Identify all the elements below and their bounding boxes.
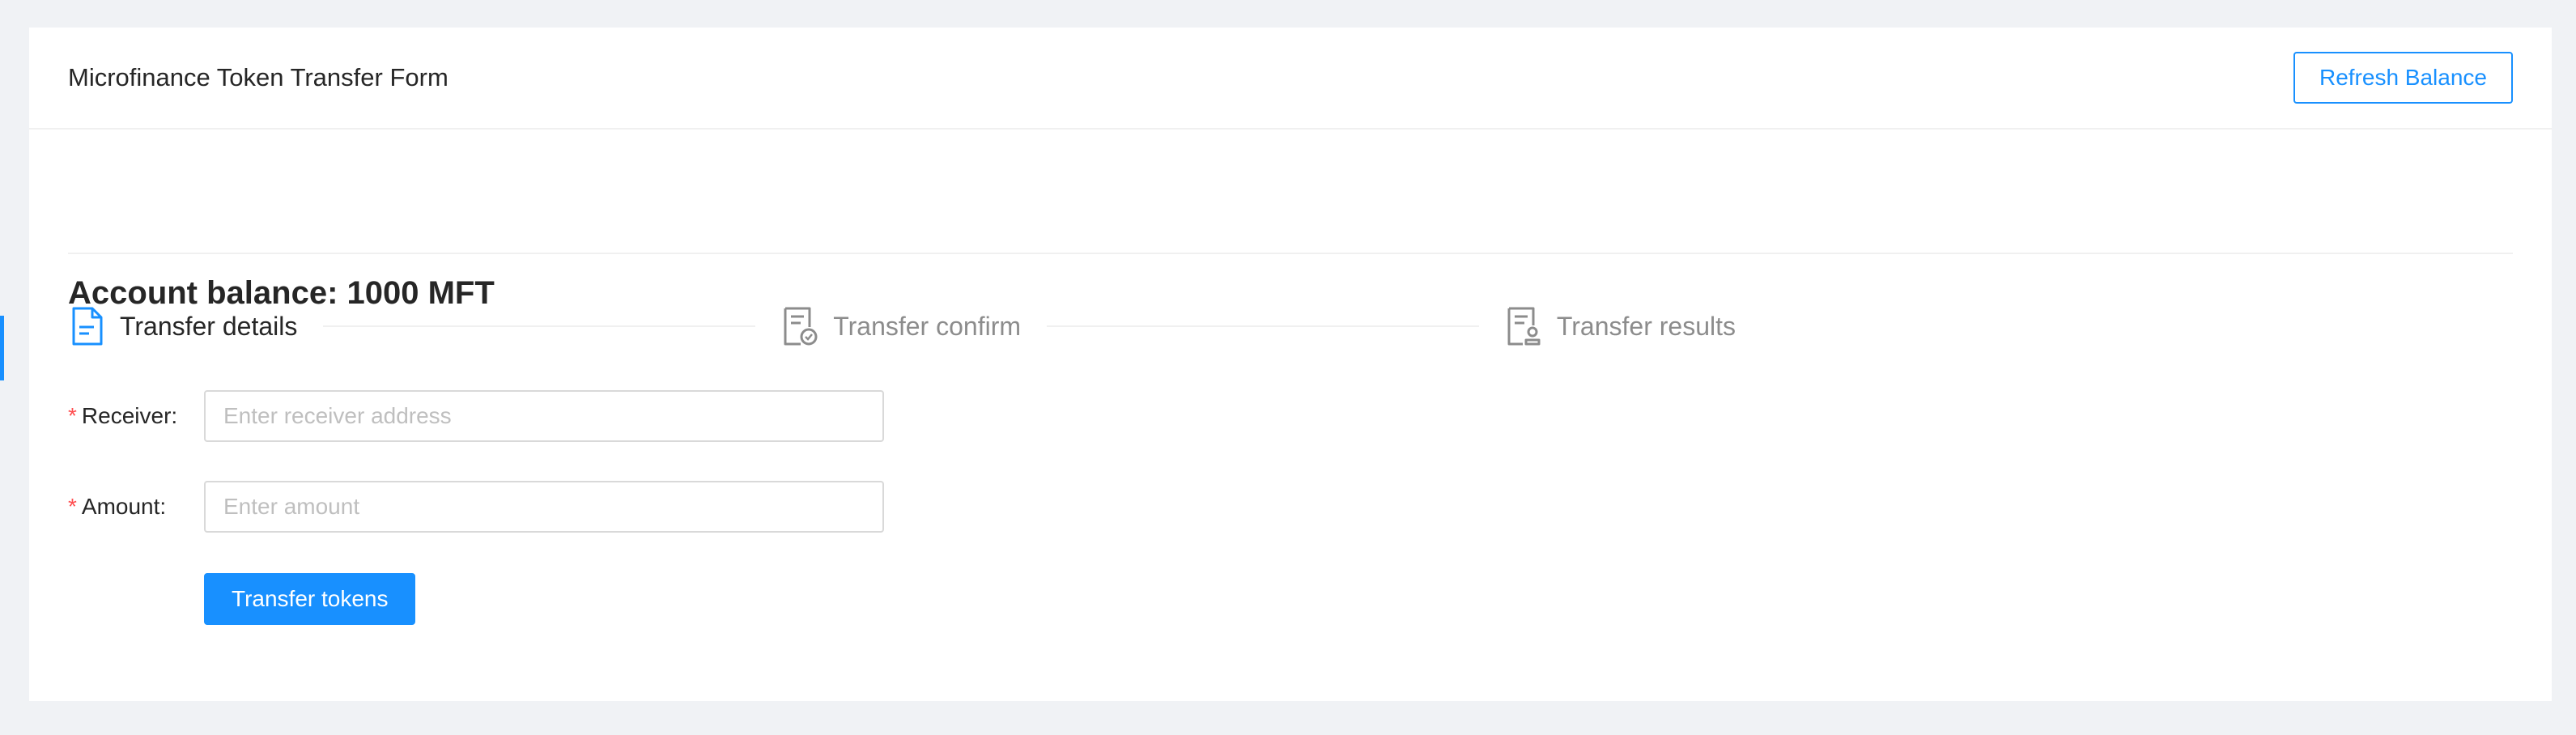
divider <box>68 253 2513 254</box>
amount-label: * Amount: <box>68 494 204 520</box>
step-label: Transfer details <box>120 311 298 341</box>
step-connector <box>323 325 756 327</box>
receiver-input[interactable] <box>204 390 884 442</box>
receiver-label-text: Receiver <box>81 403 172 428</box>
amount-label-text: Amount <box>81 494 160 519</box>
file-text-icon <box>68 304 107 348</box>
amount-input[interactable] <box>204 481 884 533</box>
left-accent-bar <box>0 316 4 380</box>
refresh-balance-button[interactable]: Refresh Balance <box>2293 52 2513 104</box>
steps: Transfer details Transfer confirm Transf… <box>68 298 1736 355</box>
required-mark: * <box>68 403 77 428</box>
transfer-tokens-button[interactable]: Transfer tokens <box>204 573 416 625</box>
step-label: Transfer confirm <box>833 311 1021 341</box>
step-transfer-results: Transfer results <box>1505 304 1736 348</box>
required-mark: * <box>68 494 77 519</box>
file-user-icon <box>1505 304 1544 348</box>
transfer-card: Microfinance Token Transfer Form Refresh… <box>29 28 2552 701</box>
card-title: Microfinance Token Transfer Form <box>68 63 448 91</box>
card-header: Microfinance Token Transfer Form Refresh… <box>29 28 2552 130</box>
label-colon: : <box>171 403 178 428</box>
step-transfer-confirm: Transfer confirm <box>781 304 1021 348</box>
step-transfer-details: Transfer details <box>68 304 297 348</box>
receiver-row: * Receiver: <box>68 390 884 442</box>
step-connector <box>1047 325 1479 327</box>
file-check-icon <box>781 304 820 348</box>
receiver-label: * Receiver: <box>68 403 204 429</box>
amount-row: * Amount: <box>68 481 884 533</box>
label-colon: : <box>159 494 167 519</box>
step-label: Transfer results <box>1556 311 1736 341</box>
